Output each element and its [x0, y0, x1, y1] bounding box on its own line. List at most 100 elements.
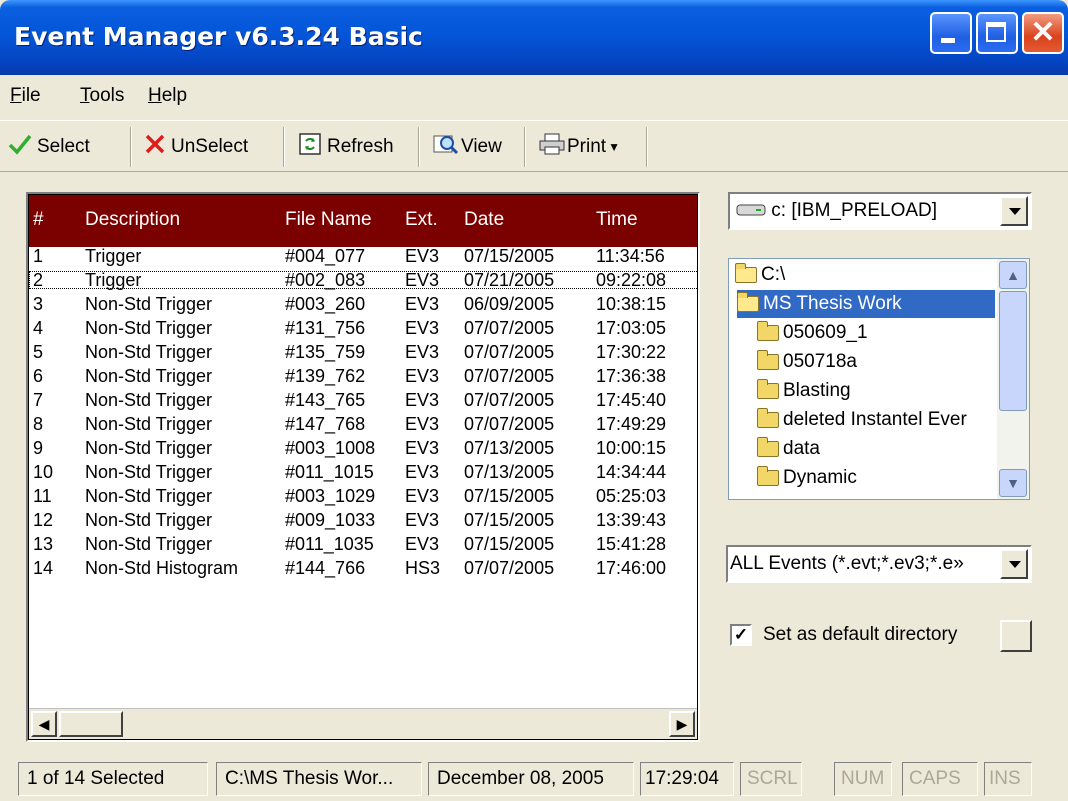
- print-button[interactable]: Print ▼: [538, 129, 620, 165]
- horizontal-scrollbar[interactable]: ◀ ▶: [29, 708, 697, 739]
- column-header-ext[interactable]: Ext.: [405, 209, 438, 231]
- toolbar-separator: [524, 127, 526, 167]
- table-cell: 13: [33, 534, 54, 554]
- column-header-description[interactable]: Description: [85, 209, 180, 231]
- default-directory-label[interactable]: Set as default directory: [763, 624, 957, 646]
- table-cell: 11: [33, 486, 52, 506]
- app-window: Event Manager v6.3.24 Basic ✕ File Tools…: [0, 0, 1068, 801]
- status-scroll-lock: SCRL: [740, 762, 802, 796]
- status-bar: 1 of 14 Selected C:\MS Thesis Wor... Dec…: [0, 758, 1068, 801]
- table-cell: #011_1015: [285, 462, 374, 482]
- default-directory-checkbox[interactable]: ✓: [730, 624, 752, 646]
- directory-label: 050718a: [783, 351, 857, 372]
- directory-item[interactable]: Blasting: [757, 377, 851, 405]
- directory-item[interactable]: 050609_1: [757, 319, 868, 347]
- table-cell: 07/15/2005: [464, 246, 555, 266]
- open-folder-icon: [737, 292, 759, 312]
- table-cell: 07/07/2005: [464, 342, 555, 362]
- table-row[interactable]: 2 Trigger #002_083 EV3 07/21/2005 09:22:08: [29, 270, 697, 290]
- table-row[interactable]: 4 Non-Std Trigger #131_756 EV3 07/07/2005 17:…: [29, 318, 697, 338]
- minimize-button[interactable]: [930, 12, 972, 54]
- file-type-dropdown[interactable]: ALL Events (*.evt;*.ev3;*.e»: [726, 545, 1032, 583]
- table-cell: EV3: [405, 366, 440, 386]
- maximize-icon: [986, 22, 1006, 42]
- table-cell: Non-Std Trigger: [85, 438, 213, 458]
- menu-tools[interactable]: Tools: [80, 85, 124, 107]
- table-cell: Non-Std Trigger: [85, 366, 213, 386]
- table-cell: Non-Std Trigger: [85, 342, 213, 362]
- view-button[interactable]: View: [432, 129, 502, 165]
- directory-list[interactable]: C:\ MS Thesis Work 050609_1 050718a Blasting…: [728, 258, 1030, 500]
- column-header-filename[interactable]: File Name: [285, 209, 372, 231]
- file-type-value: ALL Events (*.evt;*.ev3;*.e»: [730, 553, 964, 574]
- table-row[interactable]: 3 Non-Std Trigger #003_260 EV3 06/09/2005 10:…: [29, 295, 697, 313]
- drive-dropdown[interactable]: c: [IBM_PRELOAD]: [728, 192, 1032, 230]
- table-cell: #135_759: [285, 342, 366, 362]
- select-button[interactable]: Select: [8, 129, 90, 165]
- table-row[interactable]: 11 Non-Std Trigger #003_1029 EV3 07/15/2005 0…: [29, 486, 697, 506]
- printer-icon: [538, 132, 566, 162]
- table-row[interactable]: 12 Non-Std Trigger #009_1033 EV3 07/15/2005 1…: [29, 511, 697, 529]
- table-row[interactable]: 5 Non-Std Trigger #135_759 EV3 07/07/2005 17:…: [29, 342, 697, 362]
- vertical-scrollbar[interactable]: ▲ ▼: [997, 259, 1029, 499]
- file-type-dropdown-arrow[interactable]: [1000, 549, 1028, 579]
- menu-file-accel: F: [10, 85, 22, 106]
- table-cell: 07/07/2005: [464, 414, 555, 434]
- folder-icon: [757, 379, 779, 399]
- scroll-right-button[interactable]: ▶: [669, 711, 695, 737]
- event-list-viewport: # Description File Name Ext. Date Time 1…: [28, 194, 698, 740]
- table-cell: #011_1035: [285, 534, 374, 554]
- table-row[interactable]: 10 Non-Std Trigger #011_1015 EV3 07/13/2005 1…: [29, 462, 697, 482]
- toolbar-separator: [283, 127, 285, 167]
- table-row[interactable]: 14 Non-Std Histogram #144_766 HS3 07/07/2005…: [29, 558, 697, 578]
- directory-item[interactable]: 050718a: [757, 348, 857, 376]
- table-row[interactable]: 1 Trigger #004_077 EV3 07/15/2005 11:34:56: [29, 246, 697, 266]
- table-row[interactable]: 7 Non-Std Trigger #143_765 EV3 07/07/2005 17:…: [29, 391, 697, 409]
- drive-value: c: [IBM_PRELOAD]: [736, 200, 937, 222]
- directory-item[interactable]: data: [757, 435, 820, 463]
- drive-dropdown-arrow[interactable]: [1000, 196, 1028, 226]
- table-cell: #004_077: [285, 246, 366, 266]
- folder-icon: [757, 408, 779, 428]
- status-selection: 1 of 14 Selected: [18, 762, 208, 796]
- maximize-button[interactable]: [976, 12, 1018, 54]
- browse-button[interactable]: [1000, 620, 1032, 652]
- refresh-button[interactable]: Refresh: [298, 129, 394, 165]
- directory-label: MS Thesis Work: [763, 293, 902, 314]
- table-row[interactable]: 8 Non-Std Trigger #147_768 EV3 07/07/2005 17:…: [29, 414, 697, 434]
- menu-file[interactable]: File: [10, 85, 41, 107]
- drive-label: c: [IBM_PRELOAD]: [771, 200, 938, 221]
- title-bar[interactable]: Event Manager v6.3.24 Basic ✕: [0, 0, 1068, 75]
- scroll-thumb[interactable]: [999, 291, 1027, 411]
- table-cell: Non-Std Trigger: [85, 318, 213, 338]
- table-cell: 14: [33, 558, 54, 578]
- event-list[interactable]: # Description File Name Ext. Date Time 1…: [26, 192, 700, 742]
- table-row[interactable]: 6 Non-Std Trigger #139_762 EV3 07/07/2005 17:…: [29, 366, 697, 386]
- table-cell: 5: [33, 342, 44, 362]
- column-header-date[interactable]: Date: [464, 209, 504, 231]
- scroll-left-button[interactable]: ◀: [31, 711, 57, 737]
- directory-item[interactable]: deleted Instantel Ever: [757, 406, 967, 434]
- scroll-up-button[interactable]: ▲: [999, 261, 1027, 289]
- dropdown-arrow-icon[interactable]: ▼: [608, 140, 620, 154]
- table-row[interactable]: 9 Non-Std Trigger #003_1008 EV3 07/13/2005 10…: [29, 438, 697, 458]
- directory-item[interactable]: C:\: [735, 261, 785, 289]
- magnifier-icon: [432, 132, 460, 162]
- scroll-down-button[interactable]: ▼: [999, 469, 1027, 497]
- table-cell: 09:22:08: [596, 270, 667, 290]
- folder-icon: [757, 321, 779, 341]
- column-header-time[interactable]: Time: [596, 209, 638, 231]
- list-header: # Description File Name Ext. Date Time: [29, 195, 697, 247]
- table-row[interactable]: 13 Non-Std Trigger #011_1035 EV3 07/15/2005 1…: [29, 534, 697, 554]
- close-button[interactable]: ✕: [1022, 12, 1064, 54]
- scroll-thumb[interactable]: [59, 711, 123, 737]
- unselect-button[interactable]: UnSelect: [144, 129, 248, 165]
- table-cell: EV3: [405, 462, 440, 482]
- directory-label: Blasting: [783, 380, 851, 401]
- menu-help[interactable]: Help: [148, 85, 187, 107]
- directory-item[interactable]: MS Thesis Work: [737, 290, 995, 318]
- column-header-number[interactable]: #: [33, 209, 44, 231]
- table-cell: 17:46:00: [596, 558, 667, 578]
- status-time: 17:29:04: [640, 762, 734, 796]
- directory-item[interactable]: Dynamic: [757, 464, 857, 492]
